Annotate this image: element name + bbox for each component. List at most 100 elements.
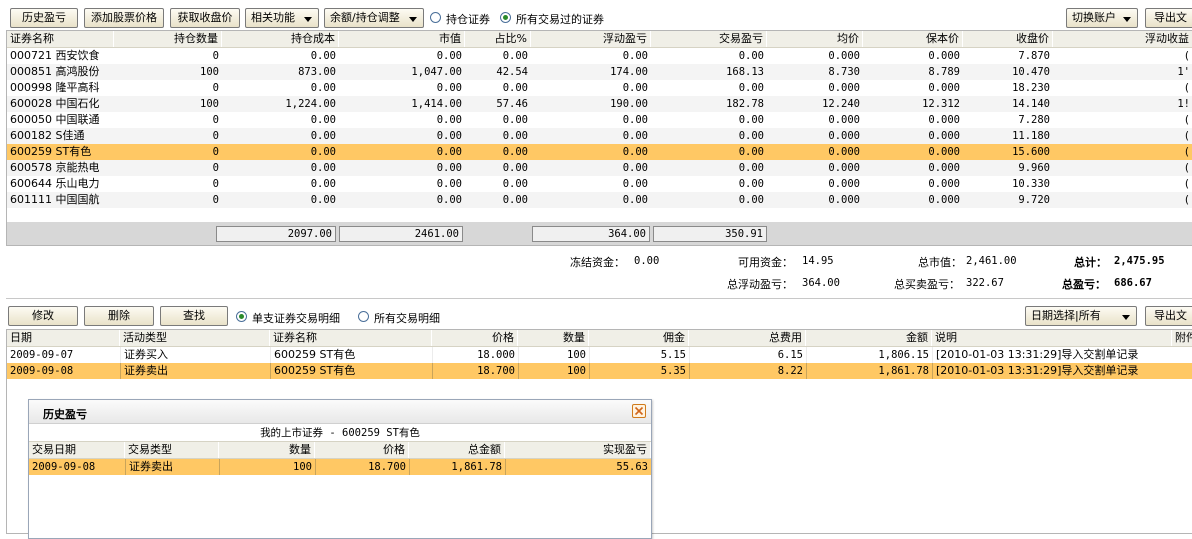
cell-fret: 1! [1177, 98, 1190, 110]
cell-type: 证券卖出 [120, 363, 270, 379]
cell-fret: ( [1183, 146, 1190, 158]
col-tx-qty[interactable]: 数量 [518, 330, 589, 346]
total-cost: 2097.00 [216, 226, 336, 242]
export-button[interactable]: 导出文 [1145, 8, 1192, 28]
cell-pct: 57.46 [496, 98, 528, 110]
cell-fret: ( [1183, 194, 1190, 206]
cell-cost: 0.00 [310, 178, 336, 190]
cell-be: 0.000 [928, 146, 960, 158]
total-trade-pl-label: 总买卖盈亏： [894, 278, 960, 291]
cell-cost: 0.00 [310, 114, 336, 126]
col-dlg-price[interactable]: 价格 [315, 442, 409, 458]
cell-note: [2010-01-03 13:31:29]导入交割单记录 [932, 347, 1172, 363]
cell-mv: 0.00 [436, 194, 462, 206]
col-market-value[interactable]: 市值 [339, 31, 465, 47]
table-row[interactable]: 000851 高鸿股份 100 873.00 1,047.00 42.54 174.00 1… [7, 64, 1192, 80]
find-button[interactable]: 查找 [160, 306, 228, 326]
col-dlg-qty[interactable]: 数量 [219, 442, 315, 458]
cell-be: 0.000 [928, 178, 960, 190]
col-trade-date[interactable]: 交易日期 [29, 442, 125, 458]
table-row[interactable]: 600050 中国联通 0 0.00 0.00 0.00 0.00 0.00 0.000 0.0… [7, 112, 1192, 128]
cell-fpl: 0.00 [622, 178, 648, 190]
table-row[interactable]: 600028 中国石化 100 1,224.00 1,414.00 57.46 190.0… [7, 96, 1192, 112]
dialog-titlebar[interactable]: 历史盈亏 [29, 400, 651, 424]
table-row[interactable]: 2009-09-07 证券买入 600259 ST有色 18.000 100 5.15 6.… [7, 347, 1192, 363]
cell-mv: 0.00 [436, 114, 462, 126]
col-commission[interactable]: 佣金 [589, 330, 689, 346]
cell-qty: 0 [212, 162, 219, 174]
history-pl-button[interactable]: 历史盈亏 [10, 8, 78, 28]
total-float-pl-value: 364.00 [802, 277, 840, 289]
table-row[interactable]: 000721 西安饮食 0 0.00 0.00 0.00 0.00 0.00 0.000 0.0… [7, 48, 1192, 64]
cell-cost: 0.00 [310, 162, 336, 174]
col-avg-price[interactable]: 均价 [767, 31, 863, 47]
col-cost[interactable]: 持仓成本 [222, 31, 339, 47]
cell-avg: 0.000 [828, 146, 860, 158]
cell-avg: 0.000 [828, 178, 860, 190]
col-amount[interactable]: 金额 [806, 330, 932, 346]
table-row[interactable]: 000998 隆平高科 0 0.00 0.00 0.00 0.00 0.00 0.000 0.0… [7, 80, 1192, 96]
col-total-fee[interactable]: 总费用 [689, 330, 806, 346]
table-row[interactable]: 2009-09-08 证券卖出 100 18.700 1,861.78 55.6… [29, 459, 651, 475]
table-row[interactable]: 600182 S佳通 0 0.00 0.00 0.00 0.00 0.00 0.000 0.00… [7, 128, 1192, 144]
add-price-button[interactable]: 添加股票价格 [84, 8, 164, 28]
col-float-return[interactable]: 浮动收益 [1053, 31, 1192, 47]
table-row[interactable]: 600259 ST有色 0 0.00 0.00 0.00 0.00 0.00 0.000 0.0… [7, 144, 1192, 160]
col-note[interactable]: 说明 [932, 330, 1172, 346]
col-security[interactable]: 证券名称 [270, 330, 432, 346]
all-traded-securities-radio[interactable] [500, 12, 511, 23]
col-realized-pl[interactable]: 实现盈亏 [505, 442, 651, 458]
col-activity-type[interactable]: 活动类型 [120, 330, 270, 346]
col-float-pl[interactable]: 浮动盈亏 [531, 31, 651, 47]
frozen-funds-label: 冻结资金： [570, 256, 625, 269]
cell-note: [2010-01-03 13:31:29]导入交割单记录 [932, 363, 1172, 379]
col-ratio[interactable]: 占比% [465, 31, 531, 47]
export-tx-button[interactable]: 导出文 [1145, 306, 1192, 326]
related-functions-dropdown[interactable]: 相关功能 [245, 8, 319, 28]
cell-close: 10.470 [1012, 66, 1050, 78]
trade-type: 证券卖出 [125, 459, 219, 475]
switch-account-dropdown[interactable]: 切换账户 [1066, 8, 1138, 28]
date-select-dropdown[interactable]: 日期选择|所有 [1025, 306, 1137, 326]
cell-cost: 873.00 [298, 66, 336, 78]
col-dlg-total[interactable]: 总金额 [409, 442, 505, 458]
cell-close: 9.960 [1018, 162, 1050, 174]
cell-cost: 0.00 [310, 194, 336, 206]
col-qty[interactable]: 持仓数量 [114, 31, 222, 47]
balance-adjust-dropdown[interactable]: 余额/持仓调整 [324, 8, 424, 28]
cell-tpl: 0.00 [738, 194, 764, 206]
cell-pct: 42.54 [496, 66, 528, 78]
col-price[interactable]: 价格 [432, 330, 518, 346]
edit-button[interactable]: 修改 [8, 306, 78, 326]
col-security-name[interactable]: 证券名称 [7, 31, 114, 47]
single-security-detail-radio[interactable] [236, 311, 247, 322]
get-close-button[interactable]: 获取收盘价 [170, 8, 240, 28]
col-breakeven[interactable]: 保本价 [863, 31, 963, 47]
all-transactions-radio[interactable] [358, 311, 369, 322]
table-row[interactable]: 600644 乐山电力 0 0.00 0.00 0.00 0.00 0.00 0.000 0.0… [7, 176, 1192, 192]
table-row[interactable]: 601111 中国国航 0 0.00 0.00 0.00 0.00 0.00 0.000 0.0… [7, 192, 1192, 208]
cell-avg: 0.000 [828, 194, 860, 206]
col-date[interactable]: 日期 [7, 330, 120, 346]
col-trade-pl[interactable]: 交易盈亏 [651, 31, 767, 47]
total-market-value-label: 总市值： [918, 256, 962, 269]
table-row[interactable]: 600578 京能热电 0 0.00 0.00 0.00 0.00 0.00 0.000 0.0… [7, 160, 1192, 176]
cell-be: 0.000 [928, 194, 960, 206]
holding-securities-radio[interactable] [430, 12, 441, 23]
cell-mv: 1,414.00 [411, 98, 462, 110]
table-row[interactable]: 2009-09-08 证券卖出 600259 ST有色 18.700 100 5.35 8.… [7, 363, 1192, 379]
col-attachment[interactable]: 附件 [1172, 330, 1192, 346]
total-market-value: 2461.00 [339, 226, 463, 242]
cell-name: 600182 S佳通 [10, 129, 85, 142]
cell-close: 9.720 [1018, 194, 1050, 206]
cell-fpl: 0.00 [622, 114, 648, 126]
delete-button[interactable]: 删除 [84, 306, 154, 326]
cell-fret: ( [1183, 82, 1190, 94]
col-close[interactable]: 收盘价 [963, 31, 1053, 47]
trade-qty: 100 [219, 459, 315, 475]
total-float-pl: 364.00 [532, 226, 650, 242]
col-trade-type[interactable]: 交易类型 [125, 442, 219, 458]
cell-name: 601111 中国国航 [10, 193, 100, 206]
cell-sec: 600259 ST有色 [270, 363, 432, 379]
close-icon[interactable] [632, 404, 646, 418]
